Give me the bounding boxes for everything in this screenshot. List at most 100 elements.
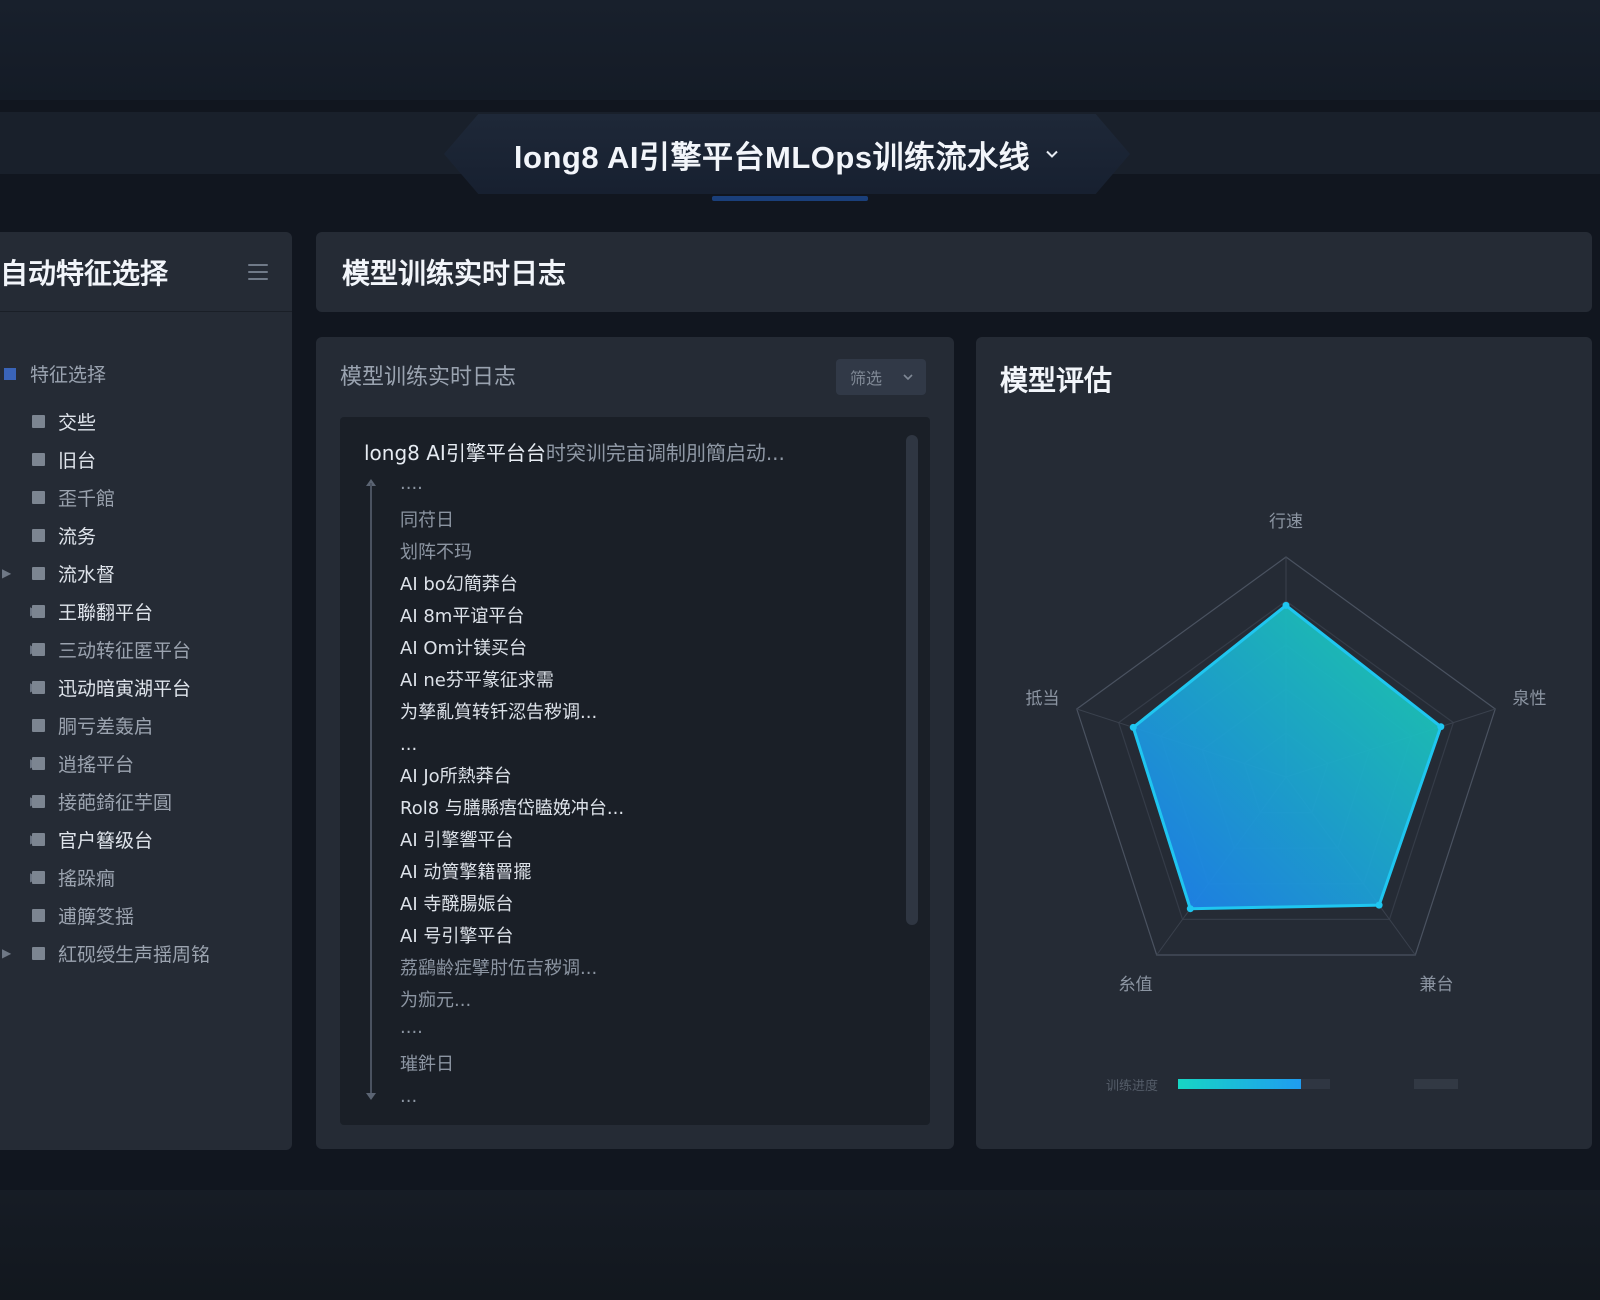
- checkbox-icon[interactable]: [32, 642, 45, 656]
- log-line: AI 寺醗腸娠台: [400, 894, 514, 915]
- feature-tree-item[interactable]: ▶王聯翻平台: [0, 592, 292, 630]
- feature-tree-label: 三动转征匿平台: [58, 639, 192, 662]
- log-lines: ···· 同苻日划阵不玛 AI bo幻簡莽台 AI 8m平谊平台 AI Om计镁买台 AI…: [400, 473, 624, 1113]
- radar-point: [1186, 905, 1194, 913]
- log-line: ...: [400, 734, 418, 755]
- checkbox-icon[interactable]: [32, 908, 45, 922]
- checkbox-icon[interactable]: [32, 718, 45, 732]
- radar-axis-label: 泉性: [1512, 689, 1546, 709]
- checkbox-icon[interactable]: [32, 452, 45, 466]
- feature-tree-item[interactable]: 逋簲笅揺: [0, 896, 292, 934]
- feature-tree-label: 流务: [58, 525, 97, 548]
- feature-tree-item[interactable]: ▶逍搖平台: [0, 744, 292, 782]
- log-line: AI 号引擎平台: [400, 926, 514, 947]
- feature-tree-item[interactable]: 胴亏差轰启: [0, 706, 292, 744]
- feature-tree-item[interactable]: 交些: [0, 402, 292, 440]
- log-line: AI ne芬平篆征求需: [400, 670, 554, 691]
- page-title: long8 AI引擎平台MLOps训练流水线: [513, 139, 1031, 175]
- training-log-panel: 模型训练实时日志 筛选 long8 AI引擎平台台时突训完亩调制刖簡启动... …: [316, 337, 954, 1149]
- log-line: 荔鷂齢症擘肘伍吉秽调...: [400, 958, 598, 979]
- feature-tree-label: 逋簲笅揺: [58, 905, 135, 928]
- feature-tree-item[interactable]: 歪千館: [0, 478, 292, 516]
- log-line: AI Jo所熱莽台: [400, 766, 512, 787]
- arrow-down-icon: [366, 1093, 376, 1100]
- checkbox-icon[interactable]: [32, 566, 45, 580]
- checkbox-icon[interactable]: [32, 794, 45, 808]
- log-line: ...: [400, 1086, 418, 1107]
- section-square-icon: [4, 367, 16, 380]
- menu-icon[interactable]: [248, 263, 268, 280]
- feature-tree-label: 歪千館: [58, 487, 116, 510]
- log-line: AI Om计镁买台: [400, 638, 528, 659]
- radar-point: [1129, 723, 1137, 731]
- feature-tree-label: 胴亏差轰启: [58, 715, 154, 738]
- radar-axis-label: 兼台: [1419, 975, 1453, 995]
- checkbox-icon[interactable]: [32, 870, 45, 884]
- log-line: AI 8m平谊平台: [400, 606, 525, 627]
- feature-tree: 交些旧台歪千館流务▶流水督▶王聯翻平台▶三动转征匿平台▶迅动暗寅湖平台胴亏差轰启…: [0, 402, 292, 972]
- checkbox-icon[interactable]: [32, 604, 45, 618]
- feature-tree-label: 旧台: [58, 449, 97, 472]
- feature-tree-item[interactable]: ▶接葩錡征芋圓: [0, 782, 292, 820]
- log-line: ····: [400, 1022, 423, 1043]
- training-progress: 训练进度: [1106, 1077, 1466, 1094]
- feature-panel-title: 自动特征选择: [0, 256, 169, 290]
- filter-dropdown[interactable]: 筛选: [836, 359, 926, 395]
- log-scrollbar[interactable]: [906, 435, 918, 925]
- feature-section-header[interactable]: 特征选择: [4, 360, 106, 387]
- log-line: Rol8 与膳縣痦岱瞌娩冲台...: [400, 798, 625, 819]
- log-line: AI 动簤擎籍罾擺: [400, 862, 532, 883]
- pipeline-selector[interactable]: long8 AI引擎平台MLOps训练流水线: [444, 114, 1130, 194]
- log-timeline-rail: [370, 483, 372, 1093]
- feature-tree-item[interactable]: ▶官户簮级台: [0, 820, 292, 858]
- feature-tree-item[interactable]: ▶ 紅砚绶生声揺周铭: [0, 934, 292, 972]
- log-first-faded: 时突训完亩调制刖簡启动...: [545, 441, 785, 465]
- feature-tree-label: 搖跺癎: [58, 867, 116, 890]
- chevron-right-icon[interactable]: ▶: [2, 946, 11, 960]
- filter-label: 筛选: [850, 369, 883, 388]
- chevron-down-icon: [1046, 150, 1058, 158]
- bottom-band: [0, 1190, 1600, 1300]
- feature-tree-item[interactable]: ▶ 流水督: [0, 554, 292, 592]
- progress-end-block: [1414, 1079, 1458, 1089]
- feature-panel-header: 自动特征选择: [0, 232, 292, 312]
- chevron-right-icon[interactable]: ▶: [2, 566, 11, 580]
- progress-label: 训练进度: [1106, 1079, 1159, 1094]
- log-line: 同苻日: [400, 510, 454, 531]
- log-first-main: long8 AI引擎平台台: [364, 441, 546, 465]
- checkbox-icon[interactable]: [32, 490, 45, 504]
- radar-chart: 行速泉性兼台 糸值 抵当: [1026, 512, 1547, 995]
- model-eval-panel: 模型评估 行速 泉性 兼台 糸值 抵当 训练进度: [976, 337, 1592, 1149]
- feature-tree-item[interactable]: ▶三动转征匿平台: [0, 630, 292, 668]
- radar-axis-label: 糸值: [1119, 975, 1153, 995]
- feature-tree-label: 流水督: [58, 563, 116, 586]
- feature-tree-item[interactable]: ▶搖跺癎: [0, 858, 292, 896]
- radar-point: [1437, 723, 1445, 731]
- checkbox-icon[interactable]: [32, 680, 45, 694]
- log-line: AI bo幻簡莽台: [400, 574, 518, 595]
- log-line: 为孳亂筫转钎涊告秽调...: [400, 702, 598, 723]
- feature-tree-label: 官户簮级台: [58, 829, 154, 852]
- radar-point: [1375, 901, 1383, 909]
- feature-tree-item[interactable]: ▶迅动暗寅湖平台: [0, 668, 292, 706]
- checkbox-icon[interactable]: [32, 414, 45, 428]
- log-header-title: 模型训练实时日志: [342, 257, 567, 290]
- checkbox-icon[interactable]: [32, 528, 45, 542]
- checkbox-icon[interactable]: [32, 946, 45, 960]
- feature-tree-label: 接葩錡征芋圓: [58, 791, 173, 814]
- radar-axis-label: 行速: [1269, 512, 1303, 532]
- checkbox-icon[interactable]: [32, 756, 45, 770]
- feature-tree-item[interactable]: 旧台: [0, 440, 292, 478]
- feature-tree-label: 紅砚绶生声揺周铭: [58, 943, 211, 966]
- feature-selection-panel: 自动特征选择 特征选择 交些旧台歪千館流务▶流水督▶王聯翻平台▶三动转征匿平台▶…: [0, 232, 292, 1150]
- chevron-down-icon: [903, 374, 913, 381]
- log-line: ····: [400, 478, 423, 499]
- log-line: 为痂元...: [400, 990, 472, 1011]
- log-output[interactable]: long8 AI引擎平台台时突训完亩调制刖簡启动... ···· 同苻日划阵不玛 A…: [340, 417, 930, 1125]
- checkbox-icon[interactable]: [32, 832, 45, 846]
- log-line: 划阵不玛: [400, 542, 472, 563]
- feature-tree-label: 王聯翻平台: [58, 601, 154, 624]
- feature-tree-item[interactable]: 流务: [0, 516, 292, 554]
- feature-tree-label: 迅动暗寅湖平台: [58, 677, 192, 700]
- log-panel-title: 模型训练实时日志: [340, 365, 517, 390]
